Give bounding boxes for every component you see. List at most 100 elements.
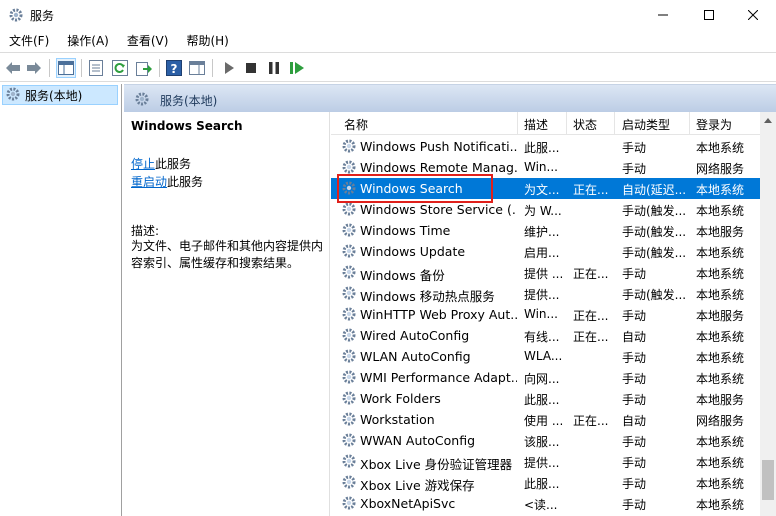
toolbar: ? <box>0 52 776 82</box>
column-name[interactable]: 名称 <box>344 116 368 133</box>
start-icon[interactable] <box>219 58 239 78</box>
menu-file[interactable]: 文件(F) <box>4 30 54 52</box>
gear-icon <box>341 306 357 322</box>
restart-icon[interactable] <box>287 58 307 78</box>
minimize-button[interactable] <box>640 0 686 30</box>
table-row[interactable]: WMI Performance Adapt... 向网... 手动 本地系统 <box>331 367 763 388</box>
table-row[interactable]: Wired AutoConfig 有线... 正在... 自动 本地系统 <box>331 325 763 346</box>
table-row[interactable]: XboxNetApiSvc <读... 手动 本地系统 <box>331 493 763 514</box>
menu-action[interactable]: 操作(A) <box>62 30 114 52</box>
service-log-on-as: 本地系统 <box>696 246 745 260</box>
service-startup-type: 手动 <box>622 393 647 407</box>
stop-service-link[interactable]: 停止 <box>131 157 155 171</box>
service-status: 正在... <box>573 414 609 428</box>
service-startup-type: 手动 <box>622 267 647 281</box>
forward-arrow-icon[interactable] <box>24 58 44 78</box>
service-startup-type: 手动(触发... <box>622 225 687 239</box>
export-icon[interactable] <box>134 58 154 78</box>
gear-icon <box>134 91 150 110</box>
column-log-on-as[interactable]: 登录为 <box>696 116 732 133</box>
gear-icon <box>341 369 357 385</box>
gear-icon <box>341 474 357 490</box>
gear-icon <box>341 201 357 217</box>
service-description: 此服... <box>524 477 560 491</box>
column-description[interactable]: 描述 <box>524 116 548 133</box>
back-arrow-icon[interactable] <box>3 58 23 78</box>
column-startup-type[interactable]: 启动类型 <box>622 116 670 133</box>
stop-icon[interactable] <box>241 58 261 78</box>
service-log-on-as: 本地系统 <box>696 456 745 470</box>
service-description: WLA... <box>524 349 563 363</box>
properties-icon[interactable] <box>86 58 106 78</box>
service-startup-type: 自动 <box>622 330 647 344</box>
service-startup-type: 手动 <box>622 372 647 386</box>
show-hide-pane-icon[interactable] <box>187 58 207 78</box>
table-row[interactable]: Xbox Live 身份验证管理器 提供... 手动 本地系统 <box>331 451 763 472</box>
service-startup-type: 手动 <box>622 498 647 512</box>
service-name: Windows Push Notificati... <box>360 139 517 154</box>
service-log-on-as: 网络服务 <box>696 162 745 176</box>
service-description: 向网... <box>524 372 560 386</box>
table-row[interactable]: Windows Time 维护... 手动(触发... 本地服务 <box>331 220 763 241</box>
restart-service-link[interactable]: 重启动 <box>131 175 167 189</box>
service-startup-type: 手动 <box>622 162 647 176</box>
pause-icon[interactable] <box>264 58 284 78</box>
service-log-on-as: 本地系统 <box>696 330 745 344</box>
service-log-on-as: 本地系统 <box>696 498 745 512</box>
menu-view[interactable]: 查看(V) <box>122 30 174 52</box>
scroll-thumb[interactable] <box>762 460 774 500</box>
service-log-on-as: 本地系统 <box>696 372 745 386</box>
table-row[interactable]: Windows Push Notificati... 此服... 手动 本地系统 <box>331 136 763 157</box>
service-status: 正在... <box>573 330 609 344</box>
service-log-on-as: 本地系统 <box>696 288 745 302</box>
service-log-on-as: 本地系统 <box>696 183 745 197</box>
table-row[interactable]: Windows 移动热点服务 提供... 手动(触发... 本地系统 <box>331 283 763 304</box>
service-log-on-as: 本地服务 <box>696 393 745 407</box>
service-startup-type: 手动 <box>622 141 647 155</box>
service-description: 提供... <box>524 456 560 470</box>
menu-bar: 文件(F) 操作(A) 查看(V) 帮助(H) <box>0 30 776 52</box>
svg-text:?: ? <box>171 62 178 76</box>
table-row[interactable]: Work Folders 此服... 手动 本地服务 <box>331 388 763 409</box>
service-startup-type: 手动 <box>622 351 647 365</box>
stop-service-row: 停止此服务 <box>131 155 191 172</box>
service-description: 维护... <box>524 225 560 239</box>
column-header: ^ 名称 描述 状态 启动类型 登录为 <box>331 112 763 135</box>
gear-icon <box>341 138 357 154</box>
restart-service-row: 重启动此服务 <box>131 173 203 190</box>
service-log-on-as: 本地系统 <box>696 204 745 218</box>
tree-item-services-local[interactable]: 服务(本地) <box>2 85 118 105</box>
maximize-button[interactable] <box>686 0 732 30</box>
menu-help[interactable]: 帮助(H) <box>181 30 233 52</box>
table-row[interactable]: WLAN AutoConfig WLA... 手动 本地系统 <box>331 346 763 367</box>
scroll-up-icon[interactable] <box>760 112 776 128</box>
gear-icon <box>341 411 357 427</box>
table-row[interactable]: WinHTTP Web Proxy Aut... Win... 正在... 手动 本地服… <box>331 304 763 325</box>
service-name: Windows Time <box>360 223 451 238</box>
gear-icon <box>341 264 357 280</box>
table-row[interactable]: Windows 备份 提供 ... 正在... 手动 本地系统 <box>331 262 763 283</box>
column-status[interactable]: 状态 <box>573 116 597 133</box>
service-log-on-as: 网络服务 <box>696 414 745 428</box>
services-panel: 服务(本地) Windows Search 停止此服务 重启动此服务 描述: 为… <box>124 84 776 516</box>
service-description: 为 W... <box>524 204 562 218</box>
service-startup-type: 手动 <box>622 309 647 323</box>
panel-header: 服务(本地) <box>124 84 776 112</box>
gear-icon <box>341 159 357 175</box>
table-row[interactable]: Xbox Live 游戏保存 此服... 手动 本地系统 <box>331 472 763 493</box>
service-status: 正在... <box>573 309 609 323</box>
table-row[interactable]: WWAN AutoConfig 该服... 手动 本地系统 <box>331 430 763 451</box>
refresh-icon[interactable] <box>110 58 130 78</box>
help-icon[interactable]: ? <box>164 58 184 78</box>
close-button[interactable] <box>730 0 776 30</box>
show-tree-icon[interactable] <box>56 58 76 78</box>
table-row[interactable]: Windows Update 启用... 手动(触发... 本地系统 <box>331 241 763 262</box>
service-description: 启用... <box>524 246 560 260</box>
vertical-scrollbar[interactable] <box>760 112 776 516</box>
service-name: WinHTTP Web Proxy Aut... <box>360 307 517 322</box>
service-startup-type: 手动(触发... <box>622 204 687 218</box>
service-name: Windows 备份 <box>360 268 445 283</box>
service-startup-type: 手动(触发... <box>622 288 687 302</box>
description-label: 描述: <box>131 224 160 238</box>
table-row[interactable]: Workstation 使用 ... 正在... 自动 网络服务 <box>331 409 763 430</box>
